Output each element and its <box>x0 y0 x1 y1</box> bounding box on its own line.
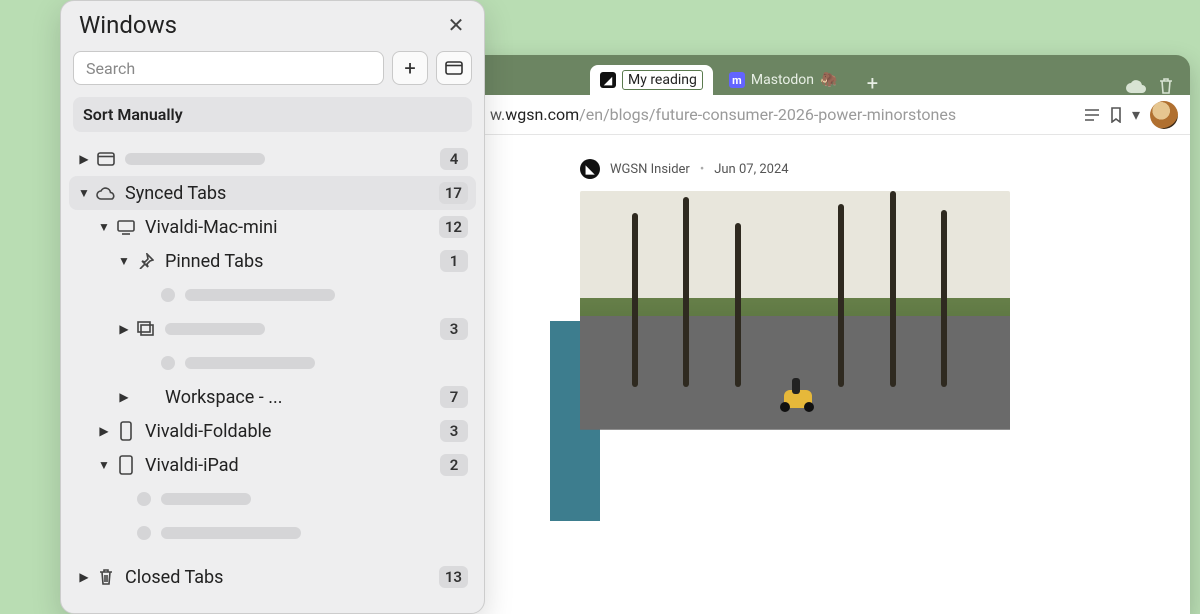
cloud-icon <box>95 186 117 200</box>
page-content: ◣ WGSN Insider • Jun 07, 2024 <box>430 135 1190 614</box>
device-row-mac[interactable]: ▼ Vivaldi-Mac-mini 12 <box>69 210 476 244</box>
chevron-right-icon[interactable]: ▶ <box>97 424 111 438</box>
separator-dot: • <box>700 162 704 177</box>
row-label: Pinned Tabs <box>165 251 440 272</box>
row-label: Synced Tabs <box>125 183 439 204</box>
pinned-tabs-row[interactable]: ▼ Pinned Tabs 1 <box>69 244 476 278</box>
chevron-down-icon[interactable]: ▼ <box>77 186 91 200</box>
row-label: Vivaldi-Mac-mini <box>145 217 439 238</box>
search-placeholder: Search <box>86 59 135 78</box>
tab-item[interactable] <box>69 516 476 550</box>
hero-image-wrap <box>580 191 1010 507</box>
chevron-down-icon[interactable]: ▼ <box>117 254 131 268</box>
tab-favicon: ◢ <box>600 72 616 88</box>
chevron-right-icon[interactable]: ▶ <box>117 390 131 404</box>
chevron-right-icon[interactable]: ▶ <box>77 570 91 584</box>
add-button[interactable]: + <box>392 51 428 85</box>
tab-count-badge: 1 <box>440 250 468 272</box>
tab-item[interactable] <box>69 278 476 312</box>
tab-count-badge: 3 <box>440 420 468 442</box>
window-icon <box>445 61 463 75</box>
windows-tree: ▶ 4 ▼ Synced Tabs 17 ▼ Vivaldi-Mac-mini … <box>61 138 484 613</box>
chevron-down-icon[interactable]: ▼ <box>97 220 111 234</box>
windows-panel: Windows ✕ Search + Sort Manually ▶ 4 ▼ <box>60 0 485 614</box>
tab-stack-row[interactable]: ▶ 3 <box>69 312 476 346</box>
hero-accent-block <box>550 321 600 521</box>
article-date: Jun 07, 2024 <box>714 162 788 177</box>
address-bar[interactable]: w.wgsn.com/en/blogs/future-consumer-2026… <box>430 95 1190 135</box>
trash-icon[interactable] <box>1158 77 1174 95</box>
sort-mode-button[interactable]: Sort Manually <box>73 97 472 132</box>
tab-count-badge: 17 <box>439 182 468 204</box>
tab-mastodon[interactable]: m Mastodon 🦣 <box>719 65 848 95</box>
close-icon[interactable]: ✕ <box>444 13 468 37</box>
mastodon-icon: m <box>729 72 745 88</box>
tab-count-badge: 2 <box>440 454 468 476</box>
sync-cloud-icon[interactable] <box>1126 79 1146 93</box>
tab-active[interactable]: ◢ My reading <box>590 65 713 95</box>
chevron-right-icon[interactable]: ▶ <box>77 152 91 166</box>
tab-item[interactable] <box>69 346 476 380</box>
closed-tabs-row[interactable]: ▶ Closed Tabs 13 <box>69 560 476 594</box>
panel-title: Windows <box>79 11 177 39</box>
chevron-down-icon[interactable]: ▼ <box>97 458 111 472</box>
device-row-ipad[interactable]: ▼ Vivaldi-iPad 2 <box>69 448 476 482</box>
url-text: w.wgsn.com/en/blogs/future-consumer-2026… <box>490 105 1074 124</box>
synced-tabs-row[interactable]: ▼ Synced Tabs 17 <box>69 176 476 210</box>
plus-icon: + <box>404 58 415 78</box>
publisher-name: WGSN Insider <box>610 162 690 177</box>
bookmark-icon[interactable] <box>1110 107 1122 123</box>
publisher-logo: ◣ <box>580 159 600 179</box>
row-label: Workspace - ... <box>165 387 440 408</box>
chevron-right-icon[interactable]: ▶ <box>117 322 131 336</box>
trash-icon <box>95 568 117 586</box>
device-row-foldable[interactable]: ▶ Vivaldi-Foldable 3 <box>69 414 476 448</box>
workspace-row[interactable]: ▶ Workspace - ... 7 <box>69 380 476 414</box>
mammoth-emoji: 🦣 <box>820 72 837 88</box>
tab-strip: ◢ My reading m Mastodon 🦣 + <box>430 55 1190 95</box>
reader-view-icon[interactable] <box>1084 108 1100 122</box>
tab-count-badge: 4 <box>440 148 468 170</box>
row-label: Closed Tabs <box>125 567 439 588</box>
browser-window: ◢ My reading m Mastodon 🦣 + w.wgsn.com/e… <box>430 55 1190 614</box>
tab-item[interactable] <box>69 482 476 516</box>
window-icon <box>95 152 117 166</box>
tab-count-badge: 3 <box>440 318 468 340</box>
pin-icon <box>135 253 157 269</box>
tab-count-badge: 12 <box>439 216 468 238</box>
desktop-icon <box>115 219 137 235</box>
profile-avatar[interactable] <box>1150 101 1178 129</box>
row-label: Vivaldi-iPad <box>145 455 440 476</box>
favicon-placeholder <box>137 526 151 540</box>
phone-icon <box>115 421 137 441</box>
search-input[interactable]: Search <box>73 51 384 85</box>
tab-count-badge: 7 <box>440 386 468 408</box>
hero-image <box>580 191 1010 507</box>
tab-count-badge: 13 <box>439 566 468 588</box>
favicon-placeholder <box>137 492 151 506</box>
favicon-placeholder <box>161 288 175 302</box>
tab-label: Mastodon <box>751 72 814 88</box>
new-window-button[interactable] <box>436 51 472 85</box>
tab-rename-input[interactable]: My reading <box>622 70 703 90</box>
article-byline: ◣ WGSN Insider • Jun 07, 2024 <box>580 159 1190 179</box>
window-row[interactable]: ▶ 4 <box>69 142 476 176</box>
dropdown-icon[interactable]: ▾ <box>1132 105 1140 124</box>
favicon-placeholder <box>161 356 175 370</box>
stack-icon <box>135 321 157 337</box>
row-label: Vivaldi-Foldable <box>145 421 440 442</box>
new-tab-button[interactable]: + <box>859 71 885 95</box>
tablet-icon <box>115 455 137 475</box>
scooter-illustration <box>778 382 818 412</box>
